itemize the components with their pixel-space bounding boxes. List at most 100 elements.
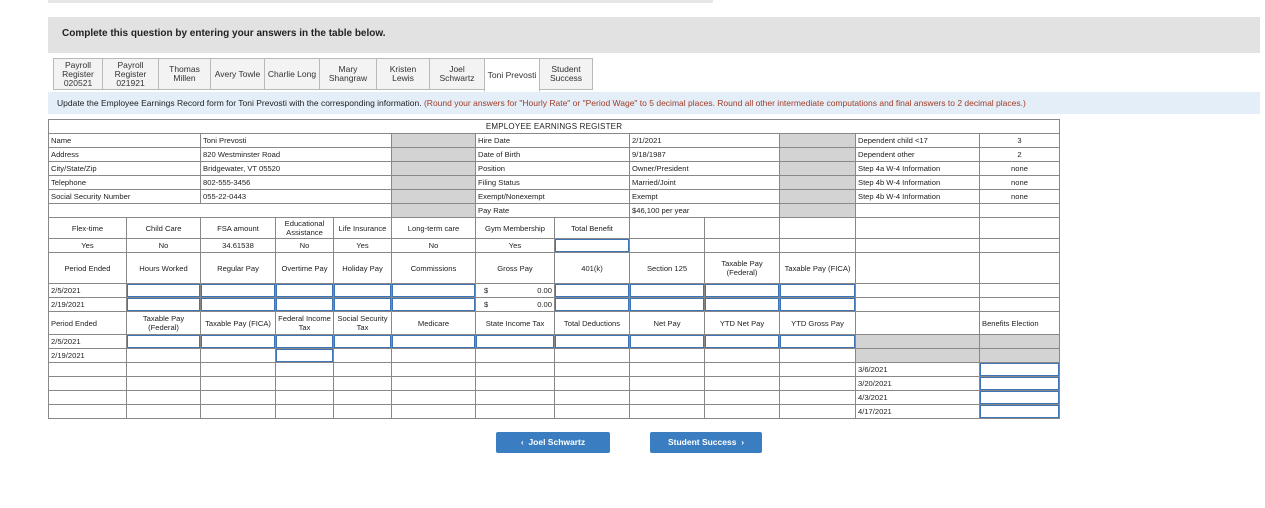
input-box[interactable] xyxy=(127,298,200,311)
input-box[interactable] xyxy=(980,377,1059,390)
input-box[interactable] xyxy=(392,284,475,297)
holiday-pay-input[interactable] xyxy=(333,283,392,298)
input-box[interactable] xyxy=(630,298,704,311)
overtime-pay-input[interactable] xyxy=(275,283,334,298)
federal-income-tax-input[interactable] xyxy=(275,348,334,363)
prev-joel-schwartz-button[interactable]: ‹ Joel Schwartz xyxy=(496,432,610,453)
input-box[interactable] xyxy=(392,335,475,348)
holiday-pay-input[interactable] xyxy=(333,297,392,312)
pay-header-gross-pay: Gross Pay xyxy=(475,252,555,284)
taxable-fica-input[interactable] xyxy=(779,297,856,312)
input-box[interactable] xyxy=(630,284,704,297)
federal-income-tax-input[interactable] xyxy=(275,334,334,349)
gray-cell xyxy=(779,175,856,190)
social-security-tax-input[interactable] xyxy=(333,334,392,349)
empty-cell xyxy=(554,376,630,391)
hours-worked-input[interactable] xyxy=(126,297,201,312)
benefits-election-input[interactable] xyxy=(979,362,1060,377)
empty-cell xyxy=(629,238,705,253)
empty-cell xyxy=(629,390,705,405)
empty-cell xyxy=(475,376,555,391)
ytd-net-pay-input[interactable] xyxy=(704,334,780,349)
input-box[interactable] xyxy=(630,335,704,348)
total-deductions-input[interactable] xyxy=(554,334,630,349)
input-box[interactable] xyxy=(201,284,275,297)
tab-payroll-register-021921[interactable]: Payroll Register 021921 xyxy=(102,58,159,90)
input-box[interactable] xyxy=(276,298,333,311)
input-box[interactable] xyxy=(980,391,1059,404)
input-box[interactable] xyxy=(276,349,333,362)
gray-cell xyxy=(391,133,476,148)
input-box[interactable] xyxy=(780,284,855,297)
taxable-fica-input[interactable] xyxy=(779,283,856,298)
section-125-input[interactable] xyxy=(629,297,705,312)
total-benefit-input[interactable] xyxy=(554,238,630,253)
medicare-input[interactable] xyxy=(391,334,476,349)
commissions-input[interactable] xyxy=(391,283,476,298)
benefit-value-long-term-care: No xyxy=(391,238,476,253)
tab-thomas-millen[interactable]: Thomas Millen xyxy=(158,58,211,90)
empty-cell xyxy=(48,362,127,377)
benefits-election-input[interactable] xyxy=(979,390,1060,405)
tab-mary-shangraw[interactable]: Mary Shangraw xyxy=(319,58,377,90)
gray-cell xyxy=(855,334,980,349)
hours-worked-input[interactable] xyxy=(126,283,201,298)
401k-input[interactable] xyxy=(554,283,630,298)
input-box[interactable] xyxy=(780,335,855,348)
taxable-federal-input[interactable] xyxy=(704,297,780,312)
taxable-federal-input[interactable] xyxy=(704,283,780,298)
benefits-election-input[interactable] xyxy=(979,376,1060,391)
input-box[interactable] xyxy=(555,335,629,348)
input-box[interactable] xyxy=(705,284,779,297)
next-student-success-button[interactable]: Student Success › xyxy=(650,432,762,453)
input-box[interactable] xyxy=(127,335,200,348)
input-box[interactable] xyxy=(334,335,391,348)
input-box[interactable] xyxy=(555,284,629,297)
tab-student-success[interactable]: Student Success xyxy=(539,58,593,90)
net-pay-input[interactable] xyxy=(629,334,705,349)
input-box[interactable] xyxy=(334,284,391,297)
input-box[interactable] xyxy=(980,405,1059,418)
tab-avery-towle[interactable]: Avery Towle xyxy=(210,58,265,90)
input-box[interactable] xyxy=(392,298,475,311)
input-box[interactable] xyxy=(276,335,333,348)
tab-toni-prevosti[interactable]: Toni Prevosti xyxy=(484,58,540,92)
input-box[interactable] xyxy=(780,298,855,311)
input-box[interactable] xyxy=(201,298,275,311)
input-box[interactable] xyxy=(276,284,333,297)
gray-cell xyxy=(391,175,476,190)
section-125-input[interactable] xyxy=(629,283,705,298)
empty-cell xyxy=(779,217,856,239)
input-box[interactable] xyxy=(555,298,629,311)
commissions-input[interactable] xyxy=(391,297,476,312)
empty-cell xyxy=(704,362,780,377)
input-box[interactable] xyxy=(980,363,1059,376)
tab-charlie-long[interactable]: Charlie Long xyxy=(264,58,320,90)
tab-joel-schwartz[interactable]: Joel Schwartz xyxy=(429,58,485,90)
tab-payroll-register-020521[interactable]: Payroll Register 020521 xyxy=(53,58,103,90)
gray-cell xyxy=(779,203,856,218)
input-box[interactable] xyxy=(555,239,629,252)
input-box[interactable] xyxy=(705,335,779,348)
input-box[interactable] xyxy=(705,298,779,311)
regular-pay-input[interactable] xyxy=(200,283,276,298)
ytd-gross-pay-input[interactable] xyxy=(779,334,856,349)
ded-taxable-fica-input[interactable] xyxy=(200,334,276,349)
empty-cell xyxy=(554,404,630,419)
ded-taxable-federal-input[interactable] xyxy=(126,334,201,349)
401k-input[interactable] xyxy=(554,297,630,312)
input-box[interactable] xyxy=(334,298,391,311)
regular-pay-input[interactable] xyxy=(200,297,276,312)
state-income-tax-input[interactable] xyxy=(475,334,555,349)
tab-kristen-lewis[interactable]: Kristen Lewis xyxy=(376,58,430,90)
benefit-header-total-benefit: Total Benefit xyxy=(554,217,630,239)
input-box[interactable] xyxy=(127,284,200,297)
overtime-pay-input[interactable] xyxy=(275,297,334,312)
empty-cell xyxy=(48,376,127,391)
benefits-election-input[interactable] xyxy=(979,404,1060,419)
input-box[interactable] xyxy=(476,335,554,348)
empty-cell xyxy=(779,238,856,253)
dependent-label: Step 4a W-4 Information xyxy=(855,161,980,176)
input-box[interactable] xyxy=(201,335,275,348)
empty-cell xyxy=(979,297,1060,312)
